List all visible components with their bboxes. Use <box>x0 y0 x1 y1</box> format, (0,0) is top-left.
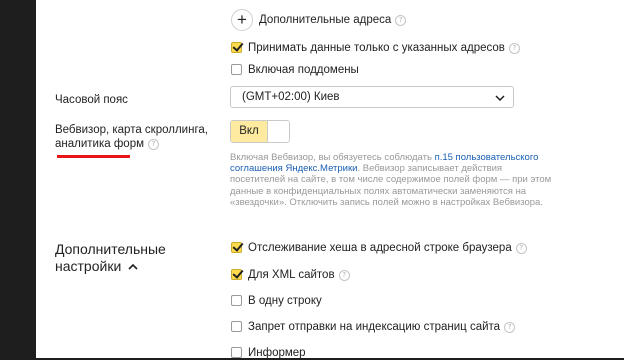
additional-addresses-row: Дополнительные адреса? <box>259 13 407 27</box>
additional-settings-heading-line2: настройки <box>55 258 122 274</box>
xml-sites-label: Для XML сайтов <box>248 269 335 281</box>
help-icon[interactable]: ? <box>395 15 407 26</box>
plus-icon: + <box>237 10 247 29</box>
hash-tracking-label: Отслеживание хеша в адресной строке брау… <box>248 242 512 254</box>
hash-tracking-row: Отслеживание хеша в адресной строке брау… <box>248 241 527 255</box>
webvisor-label-line1: Вебвизор, карта скроллинга, <box>55 124 208 136</box>
help-icon[interactable]: ? <box>504 322 516 333</box>
only-listed-addresses-checkbox[interactable] <box>231 42 242 53</box>
webvisor-description-line2: соглашения Яндекс.Метрики. Вебвизор запи… <box>230 163 502 174</box>
webvisor-description-line1: Включая Вебвизор, вы обязуетесь соблюдат… <box>230 152 538 163</box>
webvisor-toggle-on: Вкл <box>231 121 267 142</box>
webvisor-description-line5: «звездочки». Отключить запись полей можн… <box>230 197 543 208</box>
additional-settings-toggle[interactable]: настройки <box>55 258 138 275</box>
desc-text: Включая Вебвизор, вы обязуетесь соблюдат… <box>230 152 435 163</box>
help-icon[interactable]: ? <box>508 43 520 54</box>
desc-text: . Вебвизор записывает действия <box>357 163 503 174</box>
single-line-label: В одну строку <box>248 295 322 307</box>
xml-sites-row: Для XML сайтов? <box>248 268 350 282</box>
timezone-value: (GMT+02:00) Киев <box>242 91 340 103</box>
single-line-checkbox[interactable] <box>231 295 242 306</box>
disallow-indexing-label: Запрет отправки на индексацию страниц са… <box>248 321 501 333</box>
include-subdomains-label: Включая поддомены <box>248 64 359 76</box>
help-icon[interactable]: ? <box>515 243 527 254</box>
additional-settings-heading-line1: Дополнительные <box>55 241 166 257</box>
webvisor-description-line4: данные в конфиденциальных полях автомати… <box>230 186 527 197</box>
include-subdomains-checkbox[interactable] <box>231 64 242 75</box>
help-icon[interactable]: ? <box>338 270 350 281</box>
hash-tracking-checkbox[interactable] <box>231 242 242 253</box>
informer-checkbox[interactable] <box>231 347 242 358</box>
timezone-label: Часовой пояс <box>55 94 128 106</box>
settings-panel: + Дополнительные адреса? Принимать данны… <box>36 0 624 359</box>
disallow-indexing-checkbox[interactable] <box>231 321 242 332</box>
webvisor-toggle[interactable]: Вкл <box>230 120 290 143</box>
additional-addresses-label: Дополнительные адреса <box>259 14 392 26</box>
timezone-select[interactable]: (GMT+02:00) Киев <box>230 86 514 108</box>
agreement-link-cont[interactable]: соглашения Яндекс.Метрики <box>230 163 357 174</box>
only-listed-addresses-label: Принимать данные только с указанных адре… <box>248 42 505 54</box>
chevron-down-icon <box>495 95 505 101</box>
red-underline-annotation <box>57 155 130 158</box>
agreement-link[interactable]: п.15 пользовательского <box>435 152 539 163</box>
toggle-knob <box>267 121 289 142</box>
chevron-up-icon <box>128 263 138 270</box>
webvisor-label-line2-row: аналитика форм? <box>55 137 160 151</box>
webvisor-label-line2: аналитика форм <box>55 138 145 150</box>
xml-sites-checkbox[interactable] <box>231 269 242 280</box>
help-icon[interactable]: ? <box>148 139 160 150</box>
disallow-indexing-row: Запрет отправки на индексацию страниц са… <box>248 320 516 334</box>
only-listed-addresses-row: Принимать данные только с указанных адре… <box>248 41 520 55</box>
add-address-button[interactable]: + <box>231 9 253 31</box>
webvisor-description-line3: посетителей на сайте, в том числе содерж… <box>230 174 552 185</box>
